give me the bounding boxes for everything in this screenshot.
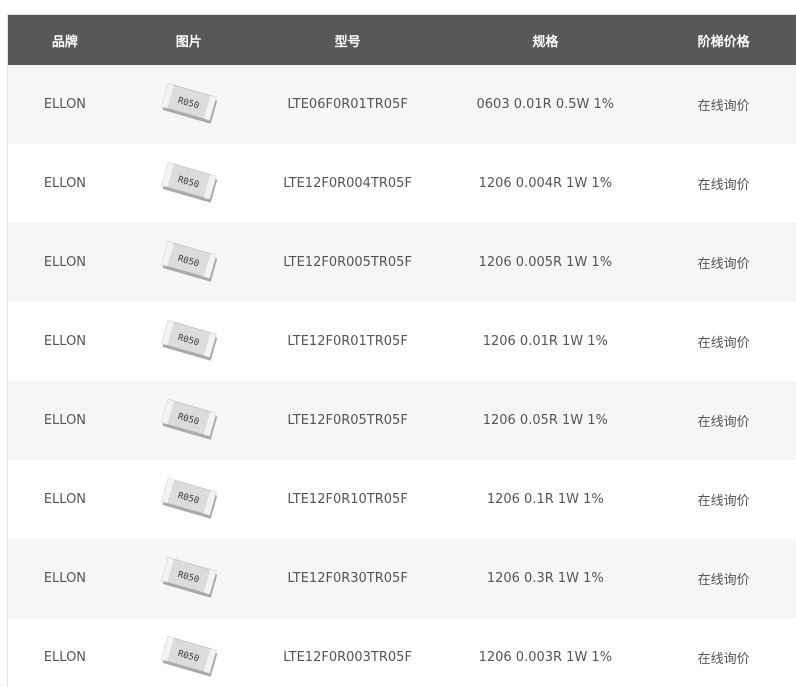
resistor-chip-image[interactable]: R050 bbox=[159, 239, 219, 287]
header-image: 图片 bbox=[175, 34, 202, 50]
table-row: ELLON R050 LTE12F0R004TR05F 1206 0.004R … bbox=[8, 144, 796, 223]
spec-cell: 1206 0.01R 1W 1% bbox=[482, 334, 608, 349]
table-row: ELLON R050 LTE12F0R005TR05F 1206 0.005R … bbox=[8, 223, 796, 302]
model-cell[interactable]: LTE12F0R10TR05F bbox=[256, 460, 440, 539]
price-inquiry-link[interactable]: 在线询价 bbox=[651, 302, 796, 381]
table-row: ELLON R050 LTE12F0R10TR05F 1206 0.1R 1W … bbox=[8, 460, 796, 539]
brand-cell: ELLON bbox=[43, 650, 87, 665]
spec-cell: 0603 0.01R 0.5W 1% bbox=[476, 97, 615, 112]
product-table: 品牌 图片 型号 规格 阶梯价格 ELLON R050 LTE06F0R01TR… bbox=[7, 14, 796, 687]
price-inquiry-link[interactable]: 在线询价 bbox=[651, 460, 796, 539]
table-row: ELLON R050 LTE12F0R003TR05F 1206 0.003R … bbox=[8, 618, 796, 687]
brand-cell: ELLON bbox=[43, 255, 87, 270]
table-body: ELLON R050 LTE06F0R01TR05F 0603 0.01R 0.… bbox=[8, 65, 796, 687]
header-model: 型号 bbox=[334, 34, 361, 50]
resistor-chip-image[interactable]: R050 bbox=[159, 318, 219, 366]
brand-cell: ELLON bbox=[43, 492, 87, 507]
price-inquiry-link[interactable]: 在线询价 bbox=[651, 539, 796, 618]
resistor-chip-image[interactable]: R050 bbox=[159, 555, 219, 603]
brand-cell: ELLON bbox=[43, 176, 87, 191]
spec-cell: 1206 0.004R 1W 1% bbox=[478, 176, 613, 191]
table-row: ELLON R050 LTE12F0R05TR05F 1206 0.05R 1W… bbox=[8, 381, 796, 460]
resistor-chip-image[interactable]: R050 bbox=[159, 160, 219, 208]
spec-cell: 1206 0.003R 1W 1% bbox=[478, 650, 613, 665]
table-row: ELLON R050 LTE12F0R30TR05F 1206 0.3R 1W … bbox=[8, 539, 796, 618]
product-image-cell[interactable]: R050 bbox=[122, 65, 256, 144]
spec-cell: 1206 0.05R 1W 1% bbox=[482, 413, 608, 428]
resistor-chip-image[interactable]: R050 bbox=[159, 397, 219, 445]
table-row: ELLON R050 LTE12F0R01TR05F 1206 0.01R 1W… bbox=[8, 302, 796, 381]
price-inquiry-link[interactable]: 在线询价 bbox=[651, 144, 796, 223]
resistor-chip-image[interactable]: R050 bbox=[159, 476, 219, 524]
product-image-cell[interactable]: R050 bbox=[122, 460, 256, 539]
model-cell[interactable]: LTE12F0R01TR05F bbox=[256, 302, 440, 381]
table-row: ELLON R050 LTE06F0R01TR05F 0603 0.01R 0.… bbox=[8, 65, 796, 144]
header-spec: 规格 bbox=[532, 34, 559, 50]
brand-cell: ELLON bbox=[43, 334, 87, 349]
spec-cell: 1206 0.3R 1W 1% bbox=[486, 571, 604, 586]
price-inquiry-link[interactable]: 在线询价 bbox=[651, 618, 796, 687]
resistor-chip-image[interactable]: R050 bbox=[159, 634, 219, 682]
model-cell[interactable]: LTE12F0R30TR05F bbox=[256, 539, 440, 618]
price-inquiry-link[interactable]: 在线询价 bbox=[651, 223, 796, 302]
table-header: 品牌 图片 型号 规格 阶梯价格 bbox=[8, 15, 796, 65]
spec-cell: 1206 0.005R 1W 1% bbox=[478, 255, 613, 270]
brand-cell: ELLON bbox=[43, 571, 87, 586]
header-price: 阶梯价格 bbox=[697, 34, 750, 50]
brand-cell: ELLON bbox=[43, 413, 87, 428]
resistor-chip-image[interactable]: R050 bbox=[159, 81, 219, 129]
product-image-cell[interactable]: R050 bbox=[122, 381, 256, 460]
product-image-cell[interactable]: R050 bbox=[122, 302, 256, 381]
price-inquiry-link[interactable]: 在线询价 bbox=[651, 381, 796, 460]
model-cell[interactable]: LTE12F0R003TR05F bbox=[256, 618, 440, 687]
product-image-cell[interactable]: R050 bbox=[122, 223, 256, 302]
product-image-cell[interactable]: R050 bbox=[122, 618, 256, 687]
product-image-cell[interactable]: R050 bbox=[122, 539, 256, 618]
brand-cell: ELLON bbox=[43, 97, 87, 112]
header-brand: 品牌 bbox=[51, 34, 78, 50]
model-cell[interactable]: LTE06F0R01TR05F bbox=[256, 65, 440, 144]
price-inquiry-link[interactable]: 在线询价 bbox=[651, 65, 796, 144]
model-cell[interactable]: LTE12F0R004TR05F bbox=[256, 144, 440, 223]
model-cell[interactable]: LTE12F0R05TR05F bbox=[256, 381, 440, 460]
model-cell[interactable]: LTE12F0R005TR05F bbox=[256, 223, 440, 302]
product-image-cell[interactable]: R050 bbox=[122, 144, 256, 223]
spec-cell: 1206 0.1R 1W 1% bbox=[486, 492, 604, 507]
